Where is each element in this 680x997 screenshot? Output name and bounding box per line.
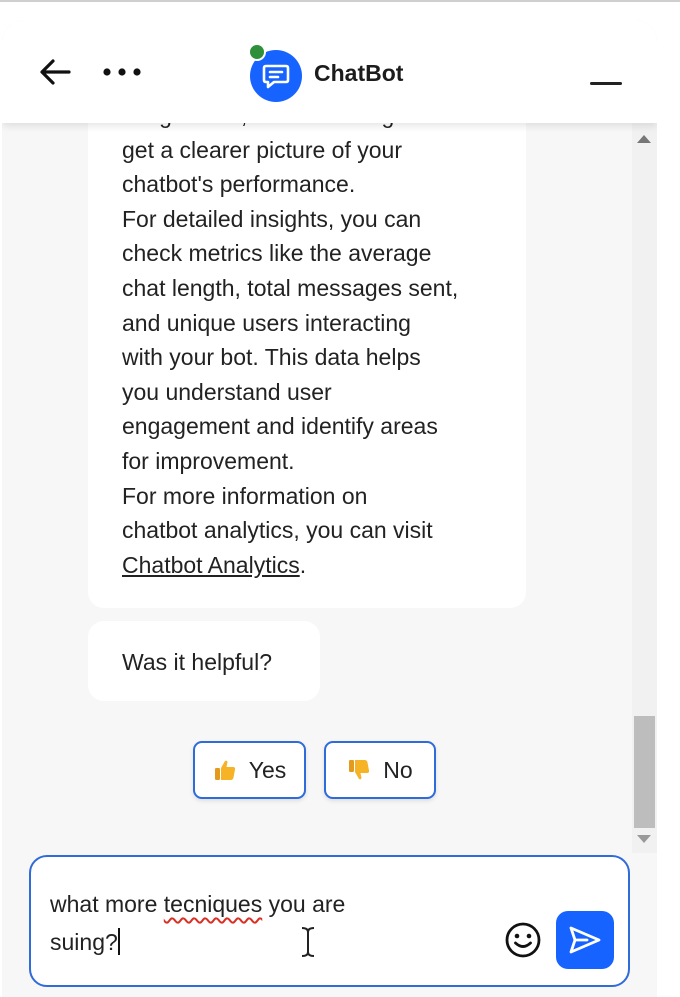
message-paragraph: get a clearer picture of your chatbot's … (122, 136, 402, 198)
brand-name: ChatBot (314, 60, 404, 86)
more-options-button[interactable] (98, 55, 146, 89)
chat-header: ChatBot (2, 20, 657, 123)
minimize-icon (590, 82, 622, 85)
bot-message: integrations, and time ranges to get a c… (88, 123, 526, 608)
chatbot-analytics-link[interactable]: Chatbot Analytics (122, 552, 300, 578)
message-input[interactable]: what more tecniques you are suing? (50, 885, 470, 961)
arrow-left-icon (40, 59, 71, 85)
scrollbar-thumb[interactable] (634, 716, 655, 828)
no-button[interactable]: No (324, 741, 436, 799)
misspelled-word: tecniques (163, 891, 263, 917)
helpful-question-bubble: Was it helpful? (88, 621, 320, 701)
minimize-button[interactable] (586, 68, 626, 98)
text-cursor-icon (301, 927, 315, 957)
message-composer[interactable]: what more tecniques you are suing? (29, 855, 630, 987)
message-text: . (299, 551, 307, 578)
scrollbar[interactable] (632, 123, 657, 853)
yes-button[interactable]: Yes (193, 741, 306, 799)
helpful-question-text: Was it helpful? (122, 649, 272, 675)
emoji-button[interactable] (504, 921, 542, 959)
message-paragraph: For detailed insights, you can check met… (122, 205, 459, 474)
smiley-icon (505, 922, 541, 958)
no-label: No (383, 756, 413, 783)
online-status-dot (248, 43, 266, 61)
send-button[interactable] (556, 911, 614, 969)
message-paragraph-with-link: For more information on chatbot analytic… (122, 479, 526, 583)
message-text: For more information on chatbot analytic… (122, 482, 433, 544)
more-horizontal-icon (103, 68, 141, 76)
chat-widget: ChatBot integrations, and time ranges to… (2, 20, 657, 997)
message-list: integrations, and time ranges to get a c… (2, 123, 632, 853)
yes-label: Yes (248, 756, 287, 783)
thumbs-up-icon (214, 760, 235, 780)
message-partial-line: integrations, and time ranges to (122, 123, 526, 133)
text-caret (117, 928, 120, 955)
chat-bubble-icon (262, 64, 290, 89)
input-text: what more (50, 891, 164, 917)
back-button[interactable] (36, 53, 74, 91)
send-icon (569, 926, 601, 954)
scroll-down-arrow[interactable] (637, 835, 651, 843)
thumbs-down-icon (349, 760, 370, 780)
scroll-up-arrow[interactable] (637, 135, 651, 143)
